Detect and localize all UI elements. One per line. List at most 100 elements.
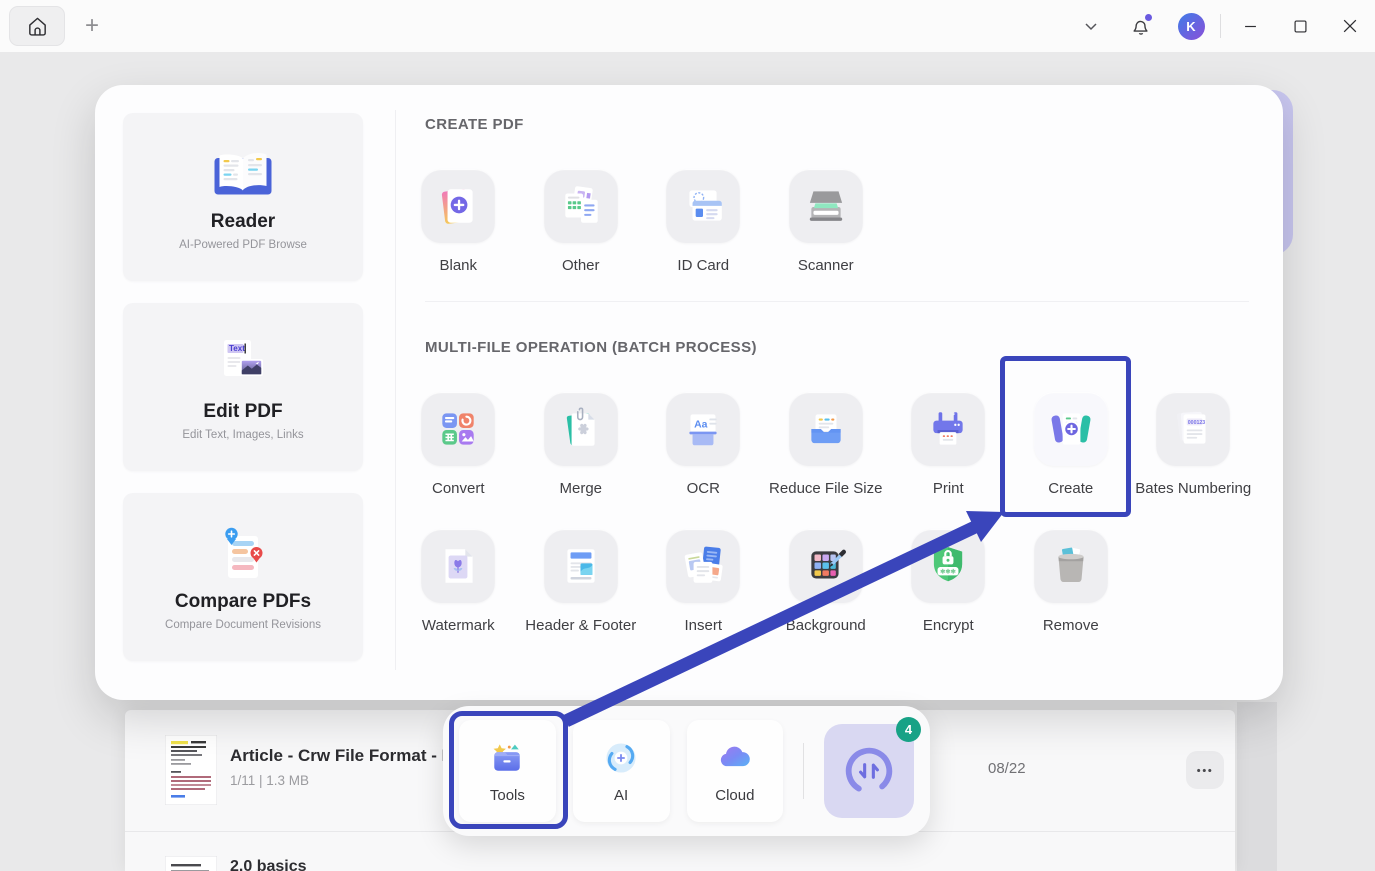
close-icon: [1343, 19, 1357, 33]
collapse-button[interactable]: [1066, 0, 1116, 52]
reduce-file-size-icon: [789, 392, 863, 466]
tile-background[interactable]: Background: [765, 529, 888, 634]
transfer-icon: [840, 742, 898, 800]
minimize-icon: [1244, 20, 1257, 33]
avatar-initial: K: [1186, 19, 1195, 34]
card-subtitle: AI-Powered PDF Browse: [179, 239, 307, 251]
section-divider: [425, 301, 1249, 302]
maximize-icon: [1294, 20, 1307, 33]
merge-icon: [544, 392, 618, 466]
divider: [395, 110, 396, 670]
batch-tile-row-2: Watermark Header & Footer: [397, 529, 1132, 634]
card-title: Compare PDFs: [175, 591, 311, 613]
chevron-down-icon: [1083, 18, 1099, 34]
tile-reduce-file-size[interactable]: Reduce File Size: [765, 392, 888, 497]
tile-merge[interactable]: Merge: [520, 392, 643, 497]
new-tab-button[interactable]: +: [78, 11, 106, 41]
reader-card[interactable]: Reader AI-Powered PDF Browse: [123, 113, 363, 281]
ocr-icon: Aa: [666, 392, 740, 466]
blank-icon: [421, 169, 495, 243]
tile-label: Bates Numbering: [1135, 480, 1251, 497]
divider: [803, 743, 804, 799]
tile-bates-numbering[interactable]: 000123 Bates Numbering: [1132, 392, 1255, 497]
batch-tile-row-1: Convert Merge: [397, 392, 1255, 497]
scanner-icon: [789, 169, 863, 243]
encrypt-icon: [911, 529, 985, 603]
cloud-icon: [715, 738, 755, 778]
create-icon: [1034, 392, 1108, 466]
transfer-badge: 4: [896, 717, 921, 742]
tile-label: Blank: [439, 257, 477, 274]
tile-encrypt[interactable]: Encrypt: [887, 529, 1010, 634]
plus-icon: +: [85, 12, 99, 40]
tile-label: Scanner: [798, 257, 854, 274]
tile-label: OCR: [687, 480, 720, 497]
card-title: Edit PDF: [203, 401, 282, 423]
tile-header-footer[interactable]: Header & Footer: [520, 529, 643, 634]
compare-pdfs-card[interactable]: Compare PDFs Compare Document Revisions: [123, 493, 363, 661]
account-button[interactable]: K: [1166, 0, 1216, 52]
tile-label: Background: [786, 617, 866, 634]
home-tab[interactable]: [9, 6, 65, 46]
tile-other[interactable]: Other: [520, 169, 643, 274]
tile-label: Reduce File Size: [769, 480, 882, 497]
svg-text:000123: 000123: [1188, 420, 1206, 426]
app-window: Article - Crw File Format - F2 1/11 | 1.…: [0, 0, 1375, 871]
tile-remove[interactable]: Remove: [1010, 529, 1133, 634]
toolbar-label: Cloud: [715, 787, 754, 804]
card-subtitle: Edit Text, Images, Links: [182, 429, 303, 441]
other-documents-icon: [544, 169, 618, 243]
close-button[interactable]: [1325, 0, 1375, 52]
header-footer-icon: [544, 529, 618, 603]
tile-label: Header & Footer: [525, 617, 636, 634]
batch-process-heading: MULTI-FILE OPERATION (BATCH PROCESS): [425, 339, 757, 356]
tile-print[interactable]: Print: [887, 392, 1010, 497]
divider: [1220, 14, 1221, 38]
home-icon: [26, 15, 49, 38]
toolbar-label: AI: [614, 787, 628, 804]
tile-label: Remove: [1043, 617, 1099, 634]
file-date: 08/22: [988, 760, 1026, 777]
tile-ocr[interactable]: Aa OCR: [642, 392, 765, 497]
background-window-strip: [1237, 702, 1277, 871]
avatar: K: [1178, 13, 1205, 40]
ai-icon: [601, 738, 641, 778]
file-thumbnail[interactable]: [165, 856, 217, 871]
create-pdf-heading: CREATE PDF: [425, 116, 524, 133]
file-meta: 1/11 | 1.3 MB: [230, 773, 309, 788]
background-icon: [789, 529, 863, 603]
notifications-button[interactable]: [1116, 0, 1166, 52]
file-title[interactable]: Article - Crw File Format - F2: [230, 746, 461, 766]
file-title[interactable]: 2.0 basics: [230, 858, 307, 871]
tile-convert[interactable]: Convert: [397, 392, 520, 497]
more-options-button[interactable]: ●●●: [1186, 751, 1224, 789]
tile-label: Print: [933, 480, 964, 497]
tools-dialog: Reader AI-Powered PDF Browse Text: [95, 85, 1283, 700]
bottom-toolbar: Tools AI Cloud: [443, 706, 930, 836]
title-bar-controls: K: [1066, 0, 1375, 52]
minimize-button[interactable]: [1225, 0, 1275, 52]
edit-pdf-icon: Text: [211, 333, 275, 395]
cloud-button[interactable]: Cloud: [687, 720, 784, 822]
tile-create[interactable]: Create: [1010, 392, 1133, 497]
svg-text:Text: Text: [229, 344, 245, 353]
transfer-button[interactable]: 4: [824, 724, 914, 818]
convert-icon: [421, 392, 495, 466]
tile-watermark[interactable]: Watermark: [397, 529, 520, 634]
tile-scanner[interactable]: Scanner: [765, 169, 888, 274]
file-thumbnail[interactable]: [165, 735, 217, 805]
tile-blank[interactable]: Blank: [397, 169, 520, 274]
tile-label: Other: [562, 257, 600, 274]
id-card-icon: [666, 169, 740, 243]
more-options-icon: ●●●: [1197, 766, 1214, 774]
ai-button[interactable]: AI: [573, 720, 670, 822]
card-subtitle: Compare Document Revisions: [165, 619, 321, 631]
tools-button[interactable]: Tools: [459, 720, 556, 822]
tile-label: Insert: [684, 617, 722, 634]
edit-pdf-card[interactable]: Text Edit PDF Edit Text, Images, Links: [123, 303, 363, 471]
tile-insert[interactable]: Insert: [642, 529, 765, 634]
maximize-button[interactable]: [1275, 0, 1325, 52]
notification-dot: [1145, 14, 1152, 21]
tile-id-card[interactable]: ID Card: [642, 169, 765, 274]
dialog-sidebar: Reader AI-Powered PDF Browse Text: [123, 113, 363, 661]
